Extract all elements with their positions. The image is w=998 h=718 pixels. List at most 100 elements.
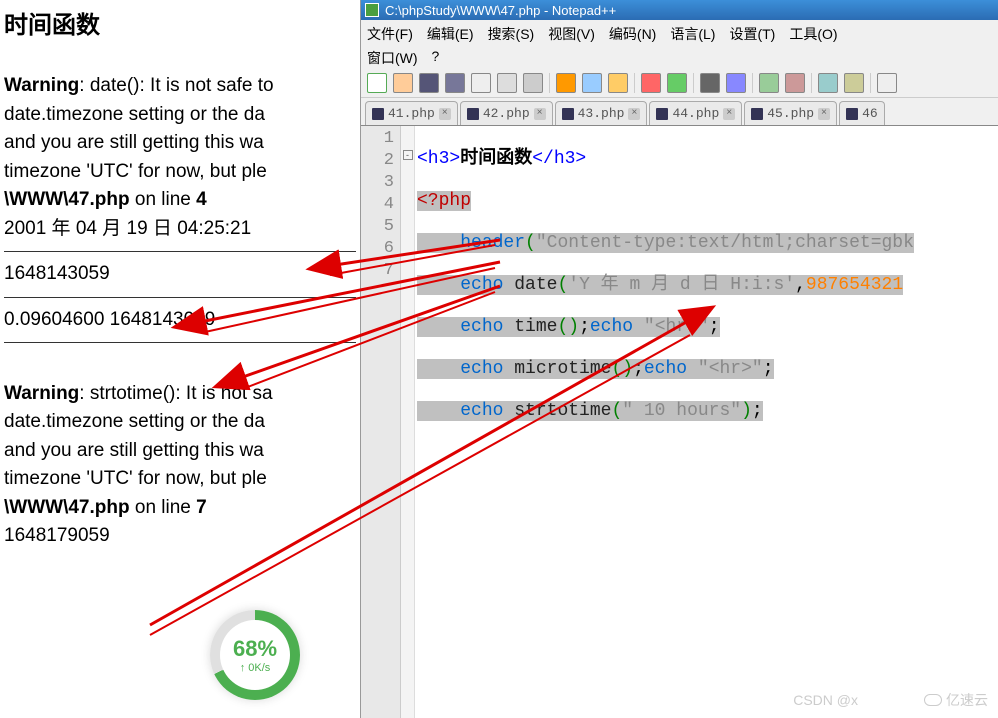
menu-help[interactable]: ?: [432, 48, 440, 68]
menu-edit[interactable]: 编辑(E): [427, 24, 474, 44]
tab-43[interactable]: 43.php×: [555, 101, 648, 125]
hr-divider: [4, 342, 356, 343]
fold-toggle-icon[interactable]: -: [403, 150, 413, 160]
sync-h-icon[interactable]: [844, 73, 864, 93]
gauge-percent: 68%: [233, 636, 277, 662]
func-name: microtime: [514, 359, 611, 379]
code-text-area[interactable]: <h3>时间函数</h3> <?php header("Content-type…: [415, 126, 998, 718]
tab-close-icon[interactable]: ×: [818, 108, 830, 120]
gauge-speed: ↑ 0K/s: [240, 662, 271, 674]
cut-icon[interactable]: [556, 73, 576, 93]
paste-icon[interactable]: [608, 73, 628, 93]
html-tag: </h3>: [532, 149, 586, 169]
keyword: echo: [460, 275, 514, 295]
print-icon[interactable]: [523, 73, 543, 93]
zoom-out-icon[interactable]: [785, 73, 805, 93]
close-icon[interactable]: [471, 73, 491, 93]
warning-online: on line: [130, 189, 197, 210]
close-all-icon[interactable]: [497, 73, 517, 93]
window-titlebar[interactable]: C:\phpStudy\WWW\47.php - Notepad++: [361, 0, 998, 20]
copy-icon[interactable]: [582, 73, 602, 93]
semicolon: ;: [752, 401, 763, 421]
semicolon: ;: [763, 359, 774, 379]
warning-text: and you are still getting this wa: [4, 440, 264, 461]
line-number-gutter: 1 2 3 4 5 6 7: [361, 126, 401, 718]
editor-area[interactable]: 1 2 3 4 5 6 7 - <h3>时间函数</h3> <?php head…: [361, 126, 998, 718]
tab-label: 41.php: [388, 106, 435, 121]
code-line-3[interactable]: header("Content-type:text/html;charset=g…: [417, 232, 996, 254]
menu-window[interactable]: 窗口(W): [367, 48, 418, 68]
warning-label: Warning: [4, 383, 79, 404]
redo-icon[interactable]: [667, 73, 687, 93]
find-icon[interactable]: [700, 73, 720, 93]
tab-label: 42.php: [483, 106, 530, 121]
code-line-4[interactable]: echo date('Y 年 m 月 d 日 H:i:s',987654321: [417, 274, 996, 296]
semicolon: ;: [579, 317, 590, 337]
warning-line: 7: [196, 497, 207, 518]
keyword: echo: [644, 359, 698, 379]
php-open-tag: <?php: [417, 191, 471, 211]
replace-icon[interactable]: [726, 73, 746, 93]
tab-label: 44.php: [672, 106, 719, 121]
tab-bar: 41.php× 42.php× 43.php× 44.php× 45.php× …: [361, 98, 998, 126]
tab-42[interactable]: 42.php ×: [460, 101, 553, 125]
tab-45[interactable]: 45.php×: [744, 101, 837, 125]
zoom-in-icon[interactable]: [759, 73, 779, 93]
disk-icon: [372, 108, 384, 120]
toolbar: [361, 68, 998, 98]
line-number: 7: [367, 260, 394, 282]
code-line-2[interactable]: <?php: [417, 190, 996, 212]
paren: (: [525, 233, 536, 253]
warning-line: 4: [196, 189, 207, 210]
disk-icon: [562, 108, 574, 120]
disk-icon: [751, 108, 763, 120]
gauge-ring: 68% ↑ 0K/s: [210, 610, 300, 700]
warning-path: \WWW\47.php: [4, 497, 130, 518]
new-file-icon[interactable]: [367, 73, 387, 93]
tab-44[interactable]: 44.php ×: [649, 101, 742, 125]
menu-file[interactable]: 文件(F): [367, 24, 413, 44]
warning-text: date.timezone setting or the da: [4, 411, 265, 432]
menu-encoding[interactable]: 编码(N): [609, 24, 656, 44]
menu-language[interactable]: 语言(L): [670, 24, 715, 44]
keyword: echo: [590, 317, 644, 337]
code-line-7[interactable]: echo strtotime(" 10 hours");: [417, 400, 996, 422]
code-line-6[interactable]: echo microtime();echo "<hr>";: [417, 358, 996, 380]
separator: [870, 73, 871, 93]
warning-block-1: Warning: date(): It is not safe to date.…: [4, 72, 356, 215]
tab-46[interactable]: 46: [839, 101, 885, 125]
tab-close-icon[interactable]: ×: [534, 108, 546, 120]
menu-tools[interactable]: 工具(O): [789, 24, 837, 44]
menu-settings[interactable]: 设置(T): [729, 24, 775, 44]
page-heading: 时间函数: [4, 8, 356, 44]
hr-divider: [4, 297, 356, 298]
speed-gauge-widget: 68% ↑ 0K/s: [210, 610, 320, 710]
menu-view[interactable]: 视图(V): [548, 24, 595, 44]
menu-search[interactable]: 搜索(S): [488, 24, 535, 44]
line-number: 5: [367, 216, 394, 238]
tab-41[interactable]: 41.php ×: [365, 101, 458, 125]
keyword: echo: [460, 359, 514, 379]
sync-v-icon[interactable]: [818, 73, 838, 93]
number-literal: 987654321: [806, 275, 903, 295]
window-title: C:\phpStudy\WWW\47.php - Notepad++: [385, 3, 616, 18]
open-file-icon[interactable]: [393, 73, 413, 93]
code-line-1[interactable]: <h3>时间函数</h3>: [417, 148, 996, 170]
warning-block-2: Warning: strtotime(): It is not sa date.…: [4, 380, 356, 523]
semicolon: ;: [709, 317, 720, 337]
hr-divider: [4, 251, 356, 252]
tab-close-icon[interactable]: ×: [439, 108, 451, 120]
code-line-5[interactable]: echo time();echo "<hr>";: [417, 316, 996, 338]
wordwrap-icon[interactable]: [877, 73, 897, 93]
tab-close-icon[interactable]: ×: [628, 108, 640, 120]
semicolon: ;: [633, 359, 644, 379]
line-number: 1: [367, 128, 394, 150]
disk-icon: [467, 108, 479, 120]
line-number: 2: [367, 150, 394, 172]
save-all-icon[interactable]: [445, 73, 465, 93]
tab-close-icon[interactable]: ×: [723, 108, 735, 120]
line-number: 4: [367, 194, 394, 216]
save-icon[interactable]: [419, 73, 439, 93]
undo-icon[interactable]: [641, 73, 661, 93]
html-text: 时间函数: [460, 149, 532, 169]
